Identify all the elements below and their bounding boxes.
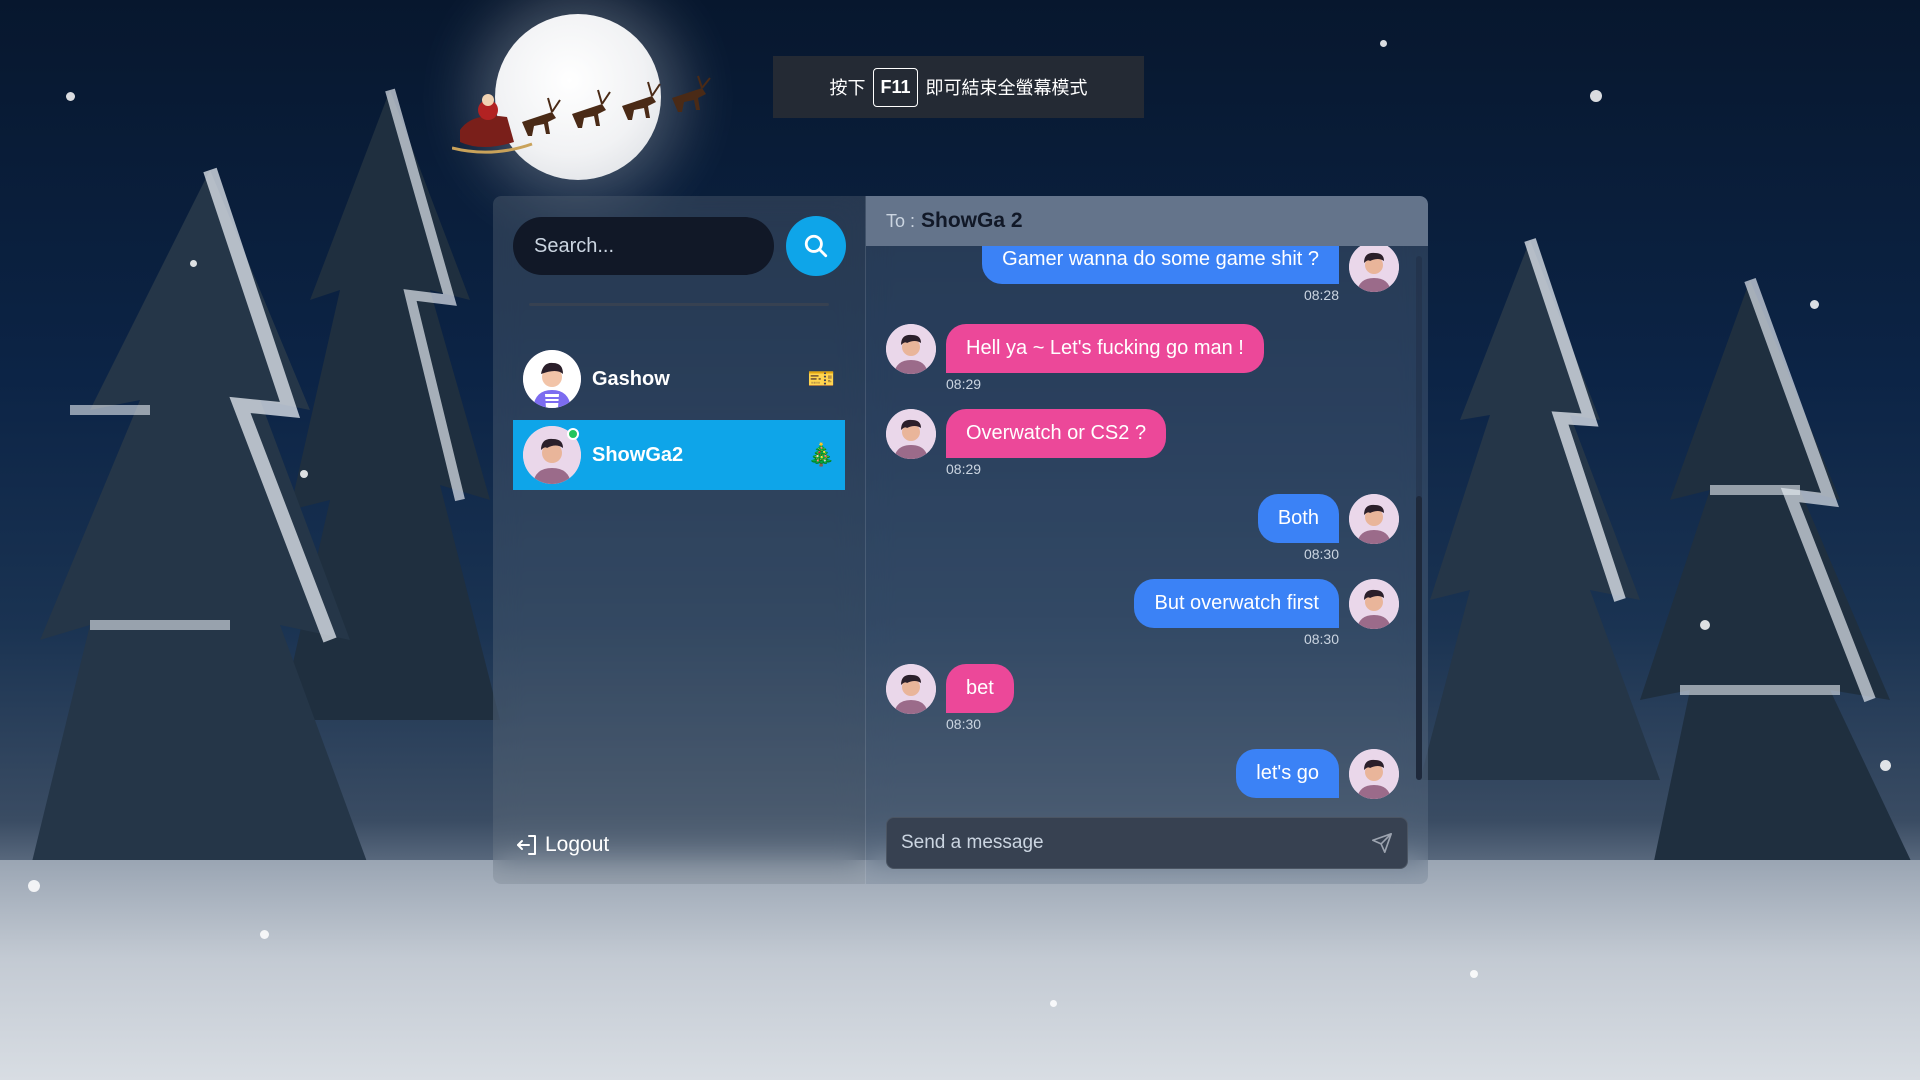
logout-icon bbox=[517, 835, 536, 855]
contact-item-showga2[interactable]: ShowGa2 🎄 bbox=[513, 420, 845, 490]
snowflake bbox=[28, 880, 40, 892]
message-time: 08:29 bbox=[946, 376, 982, 392]
search-bar bbox=[513, 216, 846, 276]
snowflake bbox=[190, 260, 197, 267]
snowflake bbox=[66, 92, 75, 101]
chat-panel: To : ShowGa 2 Gamer wanna do some game s… bbox=[865, 196, 1428, 884]
message-scrollbar[interactable] bbox=[1416, 256, 1422, 780]
snowflake bbox=[1700, 620, 1710, 630]
logout-label: Logout bbox=[545, 833, 610, 856]
message-input[interactable] bbox=[901, 832, 1371, 854]
message-composer bbox=[886, 817, 1408, 869]
ticket-icon: 🎫 bbox=[807, 366, 835, 391]
avatar bbox=[886, 664, 936, 714]
christmas-tree-icon: 🎄 bbox=[807, 442, 835, 467]
pine-tree-image bbox=[30, 88, 500, 870]
message-time: 08:30 bbox=[946, 716, 982, 732]
send-icon bbox=[1372, 833, 1392, 853]
search-input[interactable] bbox=[513, 217, 774, 275]
message-bubble: But overwatch first bbox=[1134, 579, 1339, 628]
snowflake bbox=[1470, 970, 1478, 978]
snowflake bbox=[1050, 1000, 1057, 1007]
snowflake bbox=[300, 470, 308, 478]
message-outgoing: Both 08:30 bbox=[1257, 494, 1399, 562]
snowflake bbox=[260, 930, 269, 939]
avatar bbox=[523, 350, 581, 408]
scrollbar-thumb[interactable] bbox=[1416, 496, 1422, 780]
snowflake bbox=[1810, 300, 1819, 309]
f11-key-badge: F11 bbox=[873, 67, 918, 107]
chat-header: To : ShowGa 2 bbox=[866, 196, 1428, 246]
snowflake bbox=[1880, 760, 1891, 771]
search-icon bbox=[804, 234, 828, 258]
recipient-name: ShowGa 2 bbox=[921, 209, 1023, 232]
avatar bbox=[1349, 749, 1399, 799]
contact-avatar bbox=[523, 426, 581, 484]
toast-text-after: 即可結束全螢幕模式 bbox=[925, 78, 1088, 98]
message-time: 08:30 bbox=[1303, 546, 1339, 562]
online-status-dot bbox=[567, 428, 579, 440]
chat-app-window: Gashow 🎫 ShowGa2 🎄 Logout bbox=[493, 196, 1428, 884]
contact-name: ShowGa2 bbox=[592, 443, 684, 466]
message-time: 08:28 bbox=[1303, 287, 1339, 303]
contact-item-gashow[interactable]: Gashow 🎫 bbox=[513, 344, 845, 414]
contact-name: Gashow bbox=[592, 367, 670, 390]
message-time: 08:30 bbox=[1303, 631, 1339, 647]
santa-sleigh-image bbox=[452, 75, 711, 154]
message-outgoing: let's go bbox=[1236, 749, 1399, 801]
message-incoming: Overwatch or CS2 ? 08:29 bbox=[886, 409, 1167, 477]
message-bubble: Both bbox=[1257, 494, 1339, 543]
sidebar: Gashow 🎫 ShowGa2 🎄 Logout bbox=[493, 196, 865, 884]
message-bubble: let's go bbox=[1236, 749, 1339, 798]
message-incoming: Hell ya ~ Let's fucking go man ! 08:29 bbox=[886, 324, 1264, 392]
message-bubble: Hell ya ~ Let's fucking go man ! bbox=[946, 324, 1264, 373]
snowflake bbox=[1380, 40, 1387, 47]
avatar bbox=[886, 324, 936, 374]
message-incoming: bet 08:30 bbox=[886, 664, 1014, 732]
logout-button[interactable]: Logout bbox=[515, 833, 609, 857]
to-label: To : bbox=[886, 210, 916, 231]
message-time: 08:29 bbox=[946, 461, 982, 477]
contact-avatar bbox=[523, 350, 581, 408]
message-outgoing: Gamer wanna do some game shit ? 08:28 bbox=[982, 246, 1399, 303]
avatar bbox=[1349, 494, 1399, 544]
message-bubble: Overwatch or CS2 ? bbox=[946, 409, 1167, 458]
toast-text-before: 按下 bbox=[829, 78, 866, 98]
send-button[interactable] bbox=[1371, 832, 1393, 854]
message-bubble: bet bbox=[946, 664, 1014, 713]
sidebar-divider bbox=[529, 303, 829, 306]
snowflake bbox=[1590, 90, 1602, 102]
snow-ground bbox=[0, 860, 1920, 1080]
avatar bbox=[1349, 579, 1399, 629]
fullscreen-exit-toast: 按下 F11 即可結束全螢幕模式 bbox=[773, 56, 1144, 118]
message-bubble: Gamer wanna do some game shit ? bbox=[982, 246, 1339, 284]
message-outgoing: But overwatch first 08:30 bbox=[1134, 579, 1399, 647]
pine-tree-image bbox=[1420, 238, 1920, 880]
message-list: Gamer wanna do some game shit ? 08:28 He… bbox=[866, 246, 1428, 802]
avatar bbox=[886, 409, 936, 459]
search-button[interactable] bbox=[786, 216, 846, 276]
avatar bbox=[1349, 246, 1399, 292]
